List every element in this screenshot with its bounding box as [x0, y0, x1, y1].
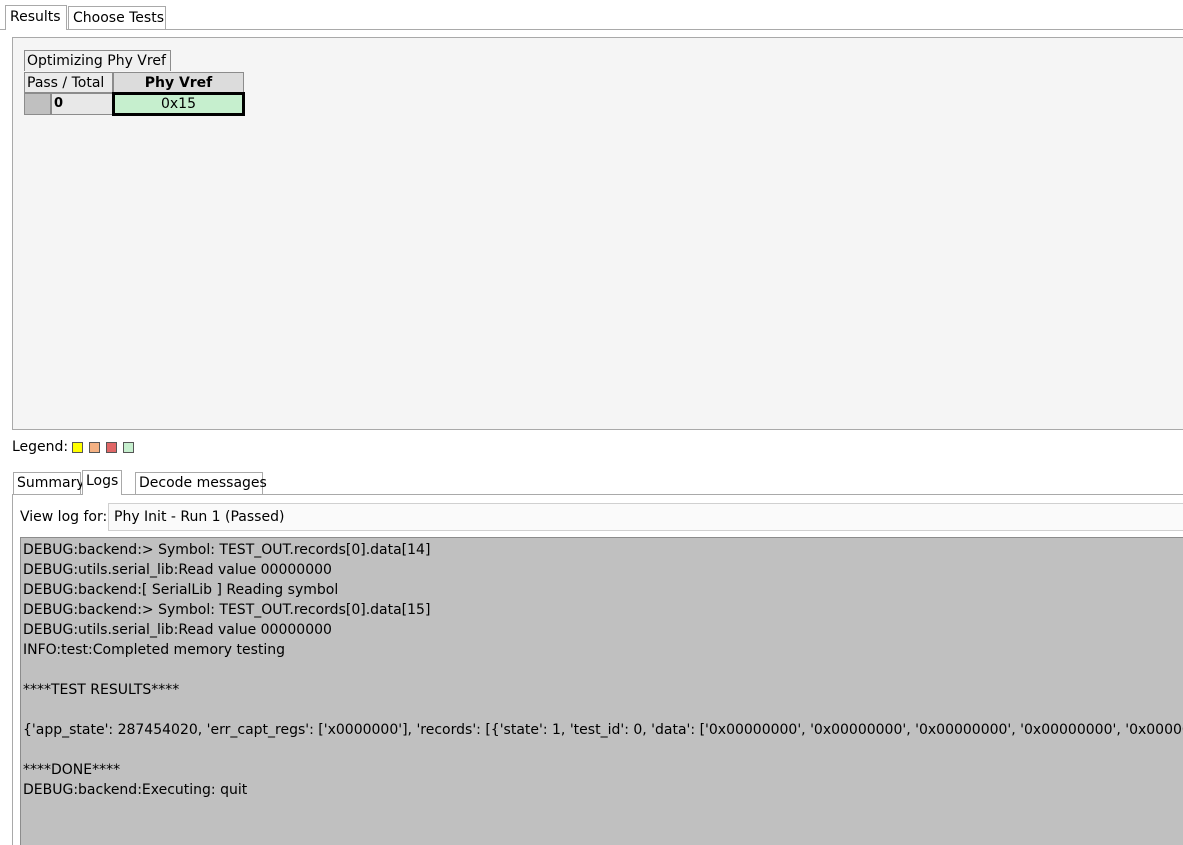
tab-results[interactable]: Results — [5, 5, 67, 30]
row-header-cell[interactable] — [24, 93, 51, 115]
group-title: Optimizing Phy Vref — [24, 50, 171, 71]
log-line: {'app_state': 287454020, 'err_capt_regs'… — [23, 722, 1183, 738]
legend-swatch-orange — [89, 441, 101, 453]
legend-label: Legend: — [12, 439, 69, 455]
log-line: DEBUG:backend:Executing: quit — [23, 782, 248, 798]
legend-swatch-red — [106, 441, 118, 453]
tab-baseline — [0, 29, 1183, 30]
log-line: DEBUG:utils.serial_lib:Read value 000000… — [23, 562, 332, 578]
header-pass-total: Pass / Total — [24, 72, 113, 93]
log-line: ****TEST RESULTS**** — [23, 682, 180, 698]
header-phy-vref-quotient: Phy Vref Quotient — [113, 72, 244, 111]
log-line: DEBUG:utils.serial_lib:Read value 000000… — [23, 622, 332, 638]
pass-total-cell[interactable]: 0 — [51, 93, 113, 115]
log-line: INFO:test:Completed memory testing — [23, 642, 286, 658]
log-line: ****DONE**** — [23, 762, 121, 778]
log-run-select[interactable]: Phy Init - Run 1 (Passed) — [108, 503, 1183, 531]
view-log-label: View log for: — [20, 509, 108, 525]
legend-swatch-green — [123, 441, 135, 453]
tab-summary[interactable]: Summary — [13, 472, 85, 494]
top-tab-bar: Results Choose Tests — [0, 0, 1183, 30]
log-line: DEBUG:backend:[ SerialLib ] Reading symb… — [23, 582, 339, 598]
legend: Legend: — [12, 438, 140, 456]
log-line: DEBUG:backend:> Symbol: TEST_OUT.records… — [23, 542, 431, 558]
phy-vref-quotient-cell[interactable]: 0x15 — [112, 92, 245, 116]
tab-choose-tests[interactable]: Choose Tests — [68, 6, 166, 29]
tab-decode-messages[interactable]: Decode messages — [135, 472, 267, 494]
tab-logs[interactable]: Logs — [82, 470, 122, 495]
log-output[interactable]: DEBUG:backend:> Symbol: TEST_OUT.records… — [20, 537, 1183, 845]
log-line: DEBUG:backend:> Symbol: TEST_OUT.records… — [23, 602, 431, 618]
legend-swatch-yellow — [72, 441, 84, 453]
